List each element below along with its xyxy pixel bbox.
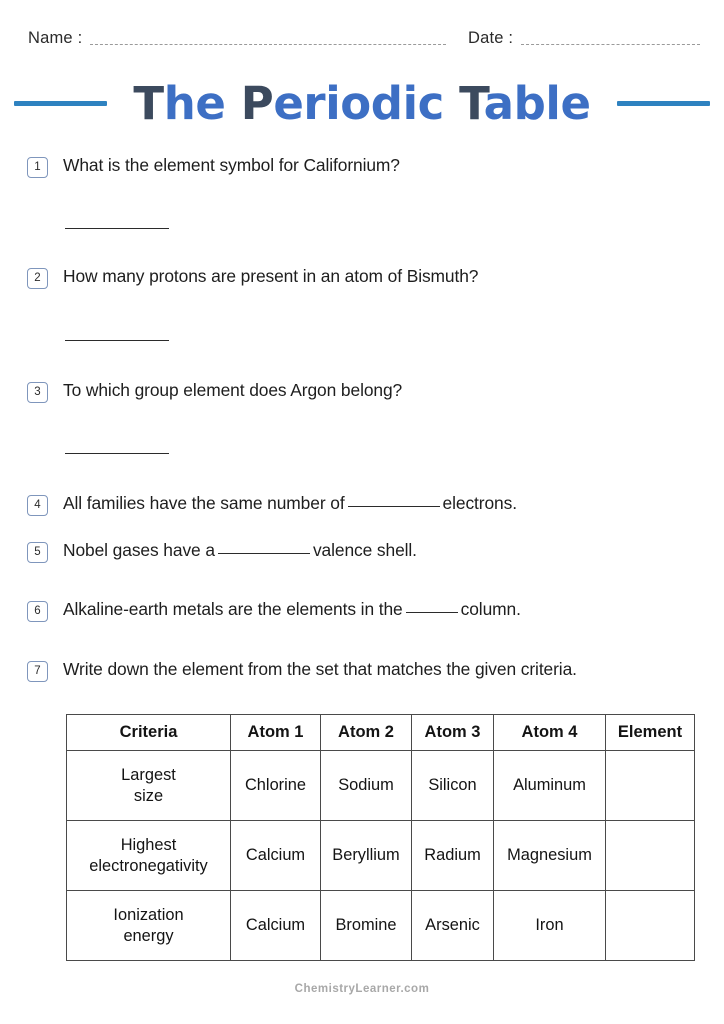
column-header-atom-3: Atom 3 [411,714,494,751]
question-text-after: electrons. [442,493,518,513]
cell-criteria: Largest size [66,750,231,821]
table-header-row: Criteria Atom 1 Atom 2 Atom 3 Atom 4 Ele… [66,714,695,751]
criteria-table: Criteria Atom 1 Atom 2 Atom 3 Atom 4 Ele… [66,714,695,961]
question-text: All families have the same number of elec… [63,492,517,515]
cell-atom-2: Bromine [320,890,412,961]
question-text: To which group element does Argon belong… [63,380,403,400]
cell-atom-1: Calcium [230,890,321,961]
answer-line-3[interactable] [65,453,169,454]
table-row: Highest electronegativity Calcium Berylli… [66,820,695,891]
cell-atom-2: Beryllium [320,820,412,891]
question-number-badge: 7 [27,661,48,682]
question-text: Alkaline-earth metals are the elements i… [63,598,521,621]
criteria-line-1: Ionization [113,905,184,924]
table-row: Ionization energy Calcium Bromine Arsenic… [66,890,695,961]
criteria-line-2: size [133,786,164,805]
question-text-before: Alkaline-earth metals are the elements i… [63,599,403,619]
date-input-line[interactable] [521,44,700,45]
cell-atom-3: Arsenic [411,890,494,961]
fill-blank[interactable] [217,553,310,554]
cell-atom-4: Iron [493,890,606,961]
page-title: The Periodic Table [133,81,591,126]
question-number-badge: 4 [27,495,48,516]
student-meta-row: Name : Date : [28,22,700,48]
title-rule-left [14,100,108,106]
question-3: 3 To which group element does Argon belo… [27,379,402,403]
cell-atom-4: Magnesium [493,820,606,891]
question-2: 2 How many protons are present in an ato… [27,265,478,289]
title-segment-eriodic: eriodic [273,76,460,130]
question-text-before: Nobel gases have a [63,540,215,560]
question-6: 6 Alkaline-earth metals are the elements… [27,598,521,622]
footer-brand: ChemistryLearner.com [294,983,430,995]
title-segment-T2: T [459,76,484,130]
criteria-table-wrapper: Criteria Atom 1 Atom 2 Atom 3 Atom 4 Ele… [66,714,695,961]
cell-criteria: Ionization energy [66,890,231,961]
cell-atom-1: Calcium [230,820,321,891]
criteria-line-2: electronegativity [89,856,208,875]
name-label: Name : [28,28,83,47]
date-label: Date : [468,28,514,47]
worksheet-page: Name : Date : The Periodic Table 1 What … [0,0,724,1024]
cell-element-answer[interactable] [605,890,695,961]
column-header-atom-2: Atom 2 [320,714,412,751]
question-text: Nobel gases have a valence shell. [63,539,417,562]
cell-atom-1: Chlorine [230,750,321,821]
table-row: Largest size Chlorine Sodium Silicon Alum… [66,750,695,821]
question-text: Write down the element from the set that… [63,659,577,679]
question-text: What is the element symbol for Californi… [63,155,400,175]
question-text: How many protons are present in an atom … [63,266,479,286]
column-header-atom-1: Atom 1 [230,714,321,751]
cell-element-answer[interactable] [605,820,695,891]
criteria-line-1: Highest [120,835,177,854]
title-segment-he: he [163,76,241,130]
question-text-before: All families have the same number of [63,493,345,513]
question-5: 5 Nobel gases have a valence shell. [27,539,417,563]
question-text-after: valence shell. [312,540,417,560]
column-header-element: Element [605,714,695,751]
title-segment-able: able [483,76,591,130]
cell-criteria: Highest electronegativity [66,820,231,891]
name-field-group: Name : [28,28,446,49]
question-number-badge: 5 [27,542,48,563]
answer-line-1[interactable] [65,228,169,229]
name-input-line[interactable] [90,44,446,45]
question-4: 4 All families have the same number of el… [27,492,517,516]
question-7: 7 Write down the element from the set th… [27,658,577,682]
cell-atom-2: Sodium [320,750,412,821]
question-number-badge: 6 [27,601,48,622]
cell-element-answer[interactable] [605,750,695,821]
answer-line-2[interactable] [65,340,169,341]
cell-atom-3: Radium [411,820,494,891]
criteria-line-2: energy [123,926,174,945]
question-number-badge: 2 [27,268,48,289]
worksheet-title-row: The Periodic Table [0,72,724,134]
date-field-group: Date : [468,28,700,49]
fill-blank[interactable] [347,506,440,507]
criteria-line-1: Largest [121,765,176,784]
title-rule-right [616,100,710,106]
cell-atom-4: Aluminum [493,750,606,821]
question-1: 1 What is the element symbol for Califor… [27,154,400,178]
fill-blank[interactable] [405,612,458,613]
column-header-criteria: Criteria [66,714,231,751]
title-segment-T1: T [133,76,164,130]
column-header-atom-4: Atom 4 [493,714,606,751]
question-number-badge: 3 [27,382,48,403]
question-number-badge: 1 [27,157,48,178]
cell-atom-3: Silicon [411,750,494,821]
title-segment-P: P [240,76,274,130]
question-text-after: column. [460,599,521,619]
